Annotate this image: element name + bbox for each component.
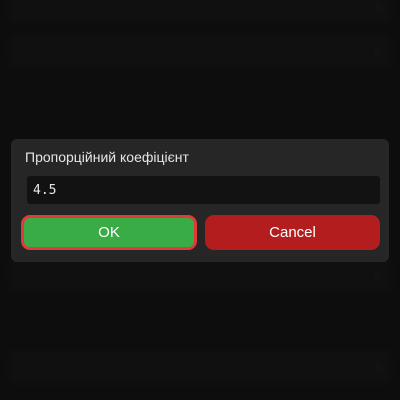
dialog-title: Пропорційний коефіцієнт [25,149,189,165]
input-dialog: Пропорційний коефіцієнт OK Cancel [11,139,389,262]
coefficient-input[interactable] [27,176,380,204]
ok-button[interactable]: OK [21,215,197,250]
cancel-button[interactable]: Cancel [205,215,380,250]
